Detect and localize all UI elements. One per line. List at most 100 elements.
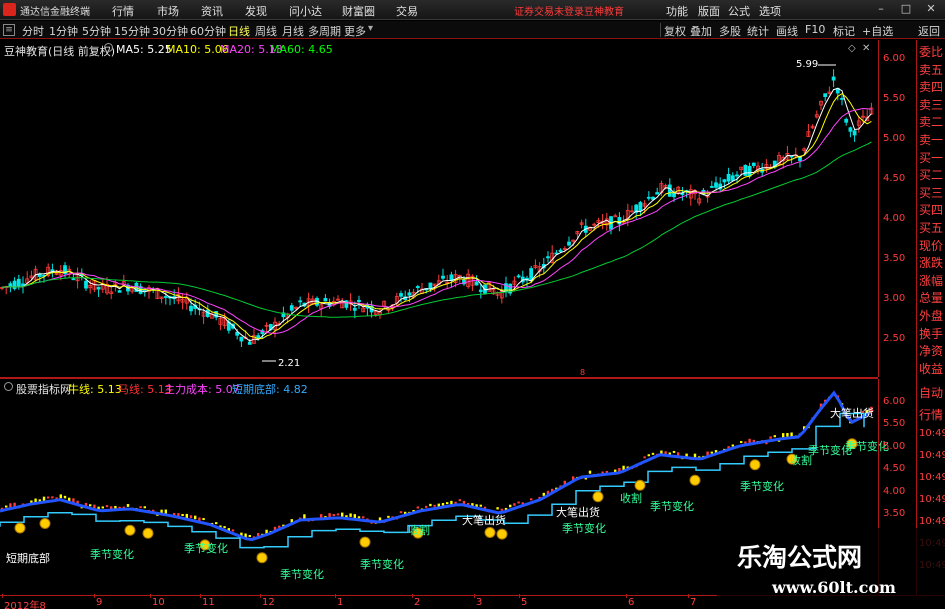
quote-sidebar: 委比 卖五 卖四 卖三 卖二 卖一 买一 买二 买三 买四 买五 现价 涨跌 涨幅 总量 外盘 换手 净资 收益 自动… bbox=[916, 40, 945, 595]
menu-market[interactable]: 市场 bbox=[157, 3, 179, 19]
tool-multi-stock[interactable]: 多股 bbox=[719, 23, 741, 39]
candle-body bbox=[844, 118, 849, 123]
candlesticks bbox=[0, 69, 874, 347]
maximize-icon[interactable]: □ bbox=[899, 2, 913, 16]
sidebar-time-item: 10:49 bbox=[919, 516, 945, 527]
sidebar-item[interactable]: 现价 bbox=[919, 237, 943, 254]
settings-icon[interactable] bbox=[4, 382, 13, 391]
sidebar-item[interactable]: 收益 bbox=[919, 360, 943, 377]
sidebar-item[interactable]: 买四 bbox=[919, 201, 943, 218]
indicator-bar bbox=[643, 456, 646, 459]
sidebar-item[interactable]: 涨幅 bbox=[919, 272, 943, 289]
date-tick-mark bbox=[474, 594, 475, 598]
date-tick: 3 bbox=[476, 597, 483, 608]
tool-statistics[interactable]: 统计 bbox=[747, 23, 769, 39]
tool-back[interactable]: 返回 bbox=[918, 23, 940, 39]
sidebar-item[interactable]: 卖五 bbox=[919, 61, 943, 78]
menu-trade[interactable]: 交易 bbox=[396, 3, 418, 19]
tool-restore-rights[interactable]: 复权 bbox=[664, 23, 686, 39]
sidebar-item[interactable]: 卖四 bbox=[919, 78, 943, 95]
sidebar-item[interactable]: 涨跌 bbox=[919, 254, 943, 271]
date-tick-mark bbox=[626, 594, 627, 598]
close-icon[interactable]: ✕ bbox=[924, 2, 938, 16]
indicator-bar bbox=[126, 504, 130, 507]
indicator-bar bbox=[496, 507, 499, 510]
candle-body bbox=[298, 300, 303, 303]
sidebar-item[interactable]: 换手 bbox=[919, 325, 943, 342]
menu-wealth-circle[interactable]: 财富圈 bbox=[342, 3, 375, 19]
indicator-bar bbox=[769, 436, 772, 439]
date-tick: 10 bbox=[152, 597, 165, 608]
settings-icon[interactable] bbox=[104, 43, 113, 52]
signal-dot bbox=[359, 536, 371, 548]
menu-layout[interactable]: 版面 bbox=[698, 3, 720, 19]
candle-body bbox=[189, 305, 193, 312]
sidebar-item[interactable]: 卖一 bbox=[919, 131, 943, 148]
sidebar-item[interactable]: 卖二 bbox=[919, 113, 943, 130]
candle-body bbox=[831, 76, 836, 81]
candle-body bbox=[667, 184, 672, 197]
minimize-icon[interactable]: – bbox=[874, 2, 888, 16]
period-5min[interactable]: 5分钟 bbox=[82, 23, 111, 39]
tool-add-watchlist[interactable]: +自选 bbox=[862, 23, 893, 39]
watermark-title: 乐淘公式网 bbox=[737, 543, 863, 572]
candle-body bbox=[823, 93, 828, 98]
indicator-bar bbox=[248, 534, 251, 537]
period-monthly[interactable]: 月线 bbox=[282, 23, 304, 39]
tool-draw-line[interactable]: 画线 bbox=[776, 23, 798, 39]
period-15min[interactable]: 15分钟 bbox=[114, 23, 150, 39]
indicator-bar bbox=[194, 515, 197, 520]
menu-market-quotes[interactable]: 行情 bbox=[112, 3, 134, 19]
sidebar-item[interactable]: 买二 bbox=[919, 166, 943, 183]
period-daily[interactable]: 日线 bbox=[228, 23, 250, 39]
indicator-bar bbox=[441, 503, 445, 506]
account-name[interactable]: 豆神教育 bbox=[584, 3, 624, 18]
sidebar-item[interactable]: 买五 bbox=[919, 219, 943, 236]
indicator-bar bbox=[336, 513, 340, 516]
high-price-label: 5.99 bbox=[796, 59, 819, 70]
indicator-bar bbox=[353, 514, 356, 519]
period-30min[interactable]: 30分钟 bbox=[152, 23, 188, 39]
tool-mark[interactable]: 标记 bbox=[833, 23, 855, 39]
tool-f10[interactable]: F10 bbox=[805, 23, 825, 36]
close-panel-icon[interactable]: ✕ bbox=[862, 43, 870, 54]
candle-body bbox=[71, 278, 76, 281]
signal-label: 季节变化 bbox=[90, 548, 134, 561]
menu-options[interactable]: 选项 bbox=[759, 3, 781, 19]
indicator-name: 股票指标网 bbox=[16, 383, 71, 396]
tool-overlay[interactable]: 叠加 bbox=[690, 23, 712, 39]
indicator-bar bbox=[231, 529, 235, 532]
sidebar-item[interactable]: 卖三 bbox=[919, 96, 943, 113]
menu-ask-xiaoda[interactable]: 问小达 bbox=[289, 3, 322, 19]
date-tick-mark bbox=[412, 594, 413, 598]
sidebar-item[interactable]: 外盘 bbox=[919, 307, 943, 324]
period-60min[interactable]: 60分钟 bbox=[190, 23, 226, 39]
date-tick-mark bbox=[335, 594, 336, 598]
login-notice[interactable]: 证券交易未登录 bbox=[514, 3, 584, 18]
indicator-bar bbox=[744, 441, 747, 444]
sidebar-item[interactable]: 委比 bbox=[919, 43, 943, 60]
menu-toggle-icon[interactable]: ≡ bbox=[3, 24, 15, 36]
indicator-bar bbox=[752, 439, 755, 443]
chevron-down-icon[interactable]: ▾ bbox=[368, 23, 373, 34]
period-intraday[interactable]: 分时 bbox=[22, 23, 44, 39]
indicator-bar bbox=[513, 503, 516, 506]
sidebar-item[interactable]: 买一 bbox=[919, 149, 943, 166]
menu-discover[interactable]: 发现 bbox=[245, 3, 267, 19]
period-weekly[interactable]: 周线 bbox=[255, 23, 277, 39]
menu-formula[interactable]: 公式 bbox=[728, 3, 750, 19]
price-chart[interactable]: 8 bbox=[0, 40, 878, 377]
menu-function[interactable]: 功能 bbox=[666, 3, 688, 19]
signal-label: 收割 bbox=[408, 524, 430, 537]
indicator-bar bbox=[647, 454, 650, 457]
period-1min[interactable]: 1分钟 bbox=[49, 23, 78, 39]
date-tick-mark bbox=[200, 594, 201, 598]
sidebar-item[interactable]: 净资 bbox=[919, 342, 943, 359]
sidebar-item[interactable]: 总量 bbox=[919, 289, 943, 306]
period-more[interactable]: 更多 bbox=[344, 23, 366, 39]
period-multi[interactable]: 多周期 bbox=[308, 23, 341, 39]
sidebar-item[interactable]: 买三 bbox=[919, 184, 943, 201]
menu-news[interactable]: 资讯 bbox=[201, 3, 223, 19]
candle-body bbox=[638, 202, 643, 212]
indicator-bar bbox=[215, 522, 218, 525]
